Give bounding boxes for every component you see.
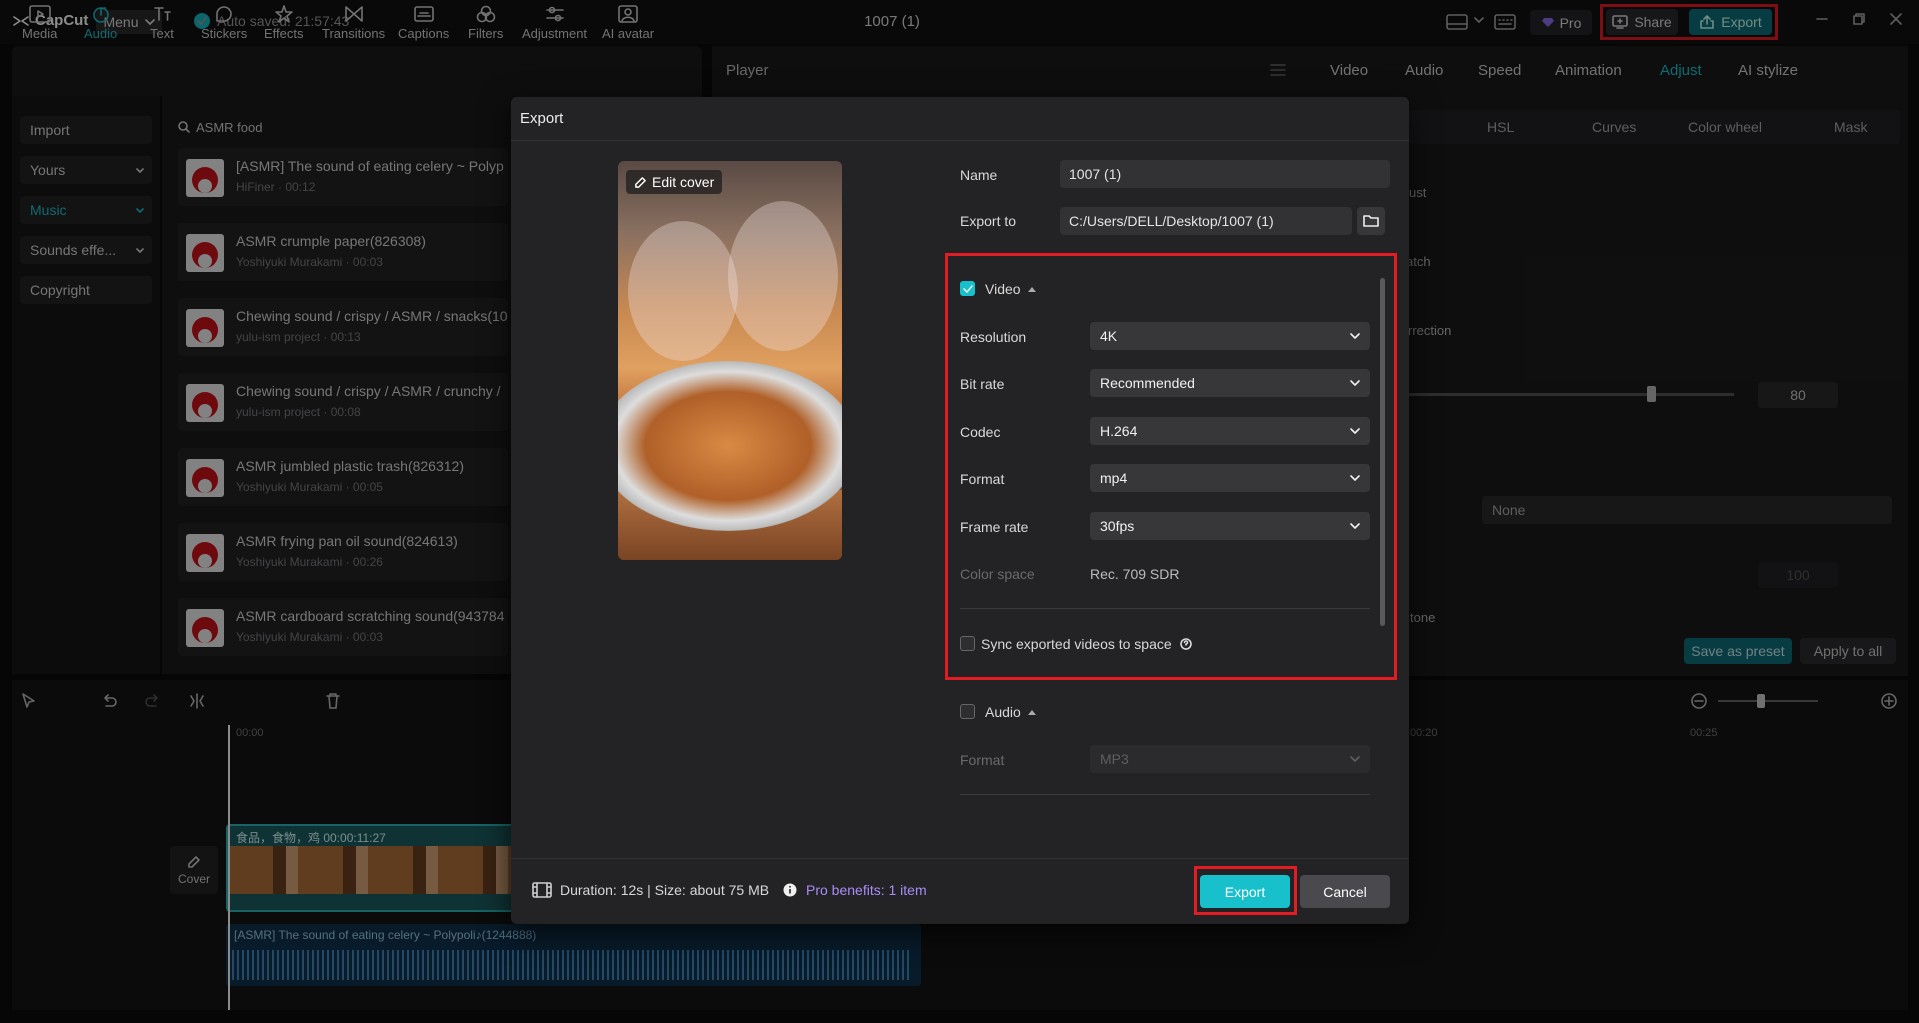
- cover-preview[interactable]: [618, 161, 842, 560]
- edit-cover-label: Edit cover: [652, 174, 715, 190]
- codec-select[interactable]: H.264: [1090, 417, 1370, 445]
- info-icon[interactable]: [783, 883, 797, 897]
- audio-section-header[interactable]: Audio: [985, 704, 1037, 720]
- colorspace-label: Color space: [960, 566, 1035, 582]
- chevron-down-icon: [1350, 475, 1360, 481]
- framerate-value: 30fps: [1100, 518, 1135, 534]
- cover-image-detail: [628, 221, 738, 361]
- codec-label: Codec: [960, 424, 1001, 440]
- divider: [960, 608, 1370, 609]
- audio-format-label: Format: [960, 752, 1005, 768]
- video-section-header[interactable]: Video: [985, 281, 1037, 297]
- export-dialog-title: Export: [520, 110, 564, 127]
- name-value: 1007 (1): [1069, 166, 1122, 182]
- cover-image-detail: [618, 361, 842, 531]
- cancel-button[interactable]: Cancel: [1300, 875, 1390, 908]
- resolution-value: 4K: [1100, 328, 1118, 344]
- bitrate-label: Bit rate: [960, 376, 1005, 392]
- format-value: mp4: [1100, 470, 1128, 486]
- video-checkbox[interactable]: [960, 281, 975, 296]
- export-path-value: C:/Users/DELL/Desktop/1007 (1): [1069, 213, 1274, 229]
- codec-value: H.264: [1100, 423, 1138, 439]
- duration-size-text: Duration: 12s | Size: about 75 MB: [560, 882, 770, 898]
- pro-benefits-link[interactable]: Pro benefits: 1 item: [806, 882, 927, 898]
- resolution-select[interactable]: 4K: [1090, 322, 1370, 350]
- audio-section-label: Audio: [985, 704, 1021, 720]
- audio-format-value: MP3: [1100, 751, 1129, 767]
- sync-checkbox[interactable]: [960, 636, 975, 651]
- sync-option[interactable]: Sync exported videos to space: [981, 636, 1192, 652]
- sync-label: Sync exported videos to space: [981, 636, 1172, 652]
- chevron-down-icon: [1350, 523, 1360, 529]
- chevron-down-icon: [1350, 756, 1360, 762]
- pencil-icon: [635, 176, 646, 188]
- framerate-select[interactable]: 30fps: [1090, 512, 1370, 540]
- chevron-down-icon: [1350, 333, 1360, 339]
- browse-folder-button[interactable]: [1357, 207, 1385, 235]
- caret-up-icon: [1027, 287, 1036, 292]
- caret-up-icon: [1027, 710, 1036, 715]
- format-select[interactable]: mp4: [1090, 464, 1370, 492]
- resolution-label: Resolution: [960, 329, 1027, 345]
- format-label: Format: [960, 471, 1005, 487]
- export-dialog-header: Export: [511, 97, 1409, 141]
- audio-format-select[interactable]: MP3: [1090, 745, 1370, 773]
- film-icon: [532, 882, 552, 898]
- divider: [960, 794, 1370, 795]
- framerate-label: Frame rate: [960, 519, 1029, 535]
- chevron-down-icon: [1350, 428, 1360, 434]
- help-icon[interactable]: [1179, 638, 1192, 650]
- folder-icon: [1363, 215, 1379, 227]
- audio-checkbox[interactable]: [960, 704, 975, 719]
- export-path-input[interactable]: C:/Users/DELL/Desktop/1007 (1): [1060, 207, 1352, 235]
- bitrate-select[interactable]: Recommended: [1090, 369, 1370, 397]
- name-input[interactable]: 1007 (1): [1060, 160, 1390, 188]
- video-settings-scrollbar[interactable]: [1380, 278, 1385, 626]
- export-button[interactable]: Export: [1200, 875, 1290, 908]
- cover-image-detail: [728, 201, 838, 351]
- footer-divider: [511, 858, 1409, 859]
- export-to-label: Export to: [960, 213, 1017, 229]
- bitrate-value: Recommended: [1100, 375, 1195, 391]
- edit-cover-button[interactable]: Edit cover: [626, 170, 723, 194]
- video-section-label: Video: [985, 281, 1021, 297]
- colorspace-value: Rec. 709 SDR: [1090, 566, 1180, 582]
- name-label: Name: [960, 167, 998, 183]
- check-icon: [962, 284, 973, 293]
- chevron-down-icon: [1350, 380, 1360, 386]
